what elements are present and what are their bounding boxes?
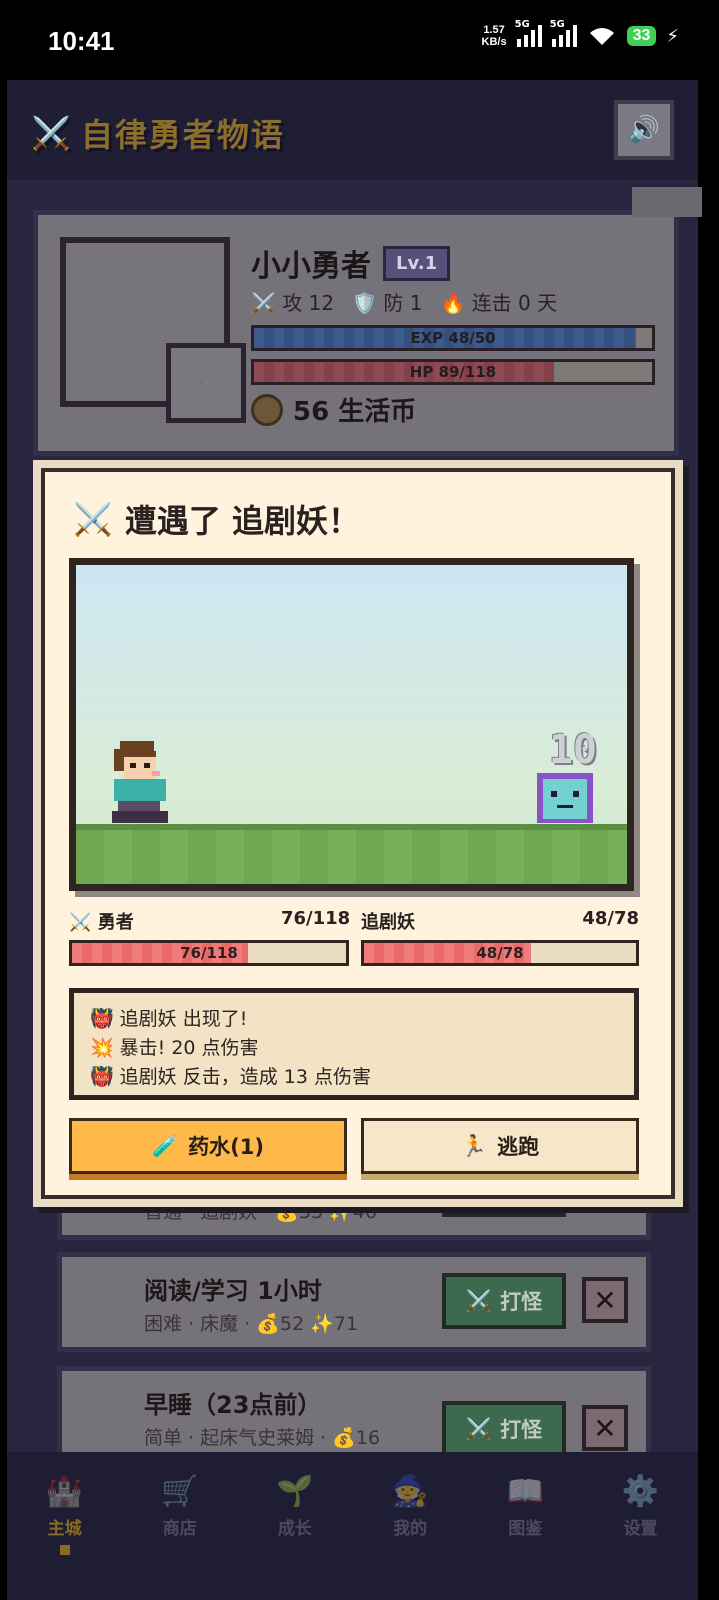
- ogre-icon: 👹: [90, 1066, 114, 1088]
- log-entry-text: 追剧妖 出现了!: [119, 1008, 248, 1030]
- log-entry: 👹 追剧妖 出现了!: [90, 1005, 618, 1034]
- running-icon: 🏃: [460, 1133, 488, 1158]
- log-entry-text: 追剧妖 反击，造成 13 点伤害: [119, 1066, 371, 1088]
- hero-name-label: 勇者: [97, 912, 134, 933]
- monster-sprite: [537, 773, 593, 823]
- hero-hp-label: ⚔️ 勇者: [69, 908, 134, 934]
- log-entry-text: 暴击! 20 点伤害: [119, 1037, 259, 1059]
- log-entry: 💥 暴击! 20 点伤害: [90, 1034, 618, 1063]
- battle-dialog: ⚔️ 遭遇了 追剧妖！ 10 ⚔️ 勇者 76/118 追剧妖 48/78 76…: [33, 460, 683, 1207]
- hero-hp-value: 76/118: [281, 908, 351, 929]
- monster-hp-bar: 48/78: [361, 940, 639, 966]
- crossed-swords-icon: ⚔️: [73, 500, 113, 538]
- hero-sprite: [112, 741, 168, 823]
- grass-ground: [76, 824, 627, 884]
- log-entry: 👹 追剧妖 反击，造成 13 点伤害: [90, 1063, 618, 1092]
- flee-label: 逃跑: [497, 1135, 540, 1159]
- monster-hp-value: 48/78: [582, 908, 639, 929]
- potion-icon: 🧪: [152, 1133, 179, 1158]
- use-potion-button[interactable]: 🧪 药水(1): [69, 1118, 347, 1174]
- use-potion-label: 药水(1): [188, 1135, 264, 1159]
- damage-number: 10: [548, 727, 597, 773]
- ogre-icon: 👹: [90, 1008, 114, 1030]
- monster-hp-bar-text: 48/78: [476, 944, 524, 962]
- battle-title-text: 遭遇了 追剧妖！: [124, 502, 360, 540]
- hero-hp-bar: 76/118: [69, 940, 349, 966]
- monster-name-label: 追剧妖: [361, 912, 415, 933]
- battle-title: ⚔️ 遭遇了 追剧妖！: [73, 496, 360, 542]
- hero-hp-bar-text: 76/118: [180, 944, 238, 962]
- collision-icon: 💥: [90, 1037, 114, 1059]
- battle-scene: 10: [69, 558, 634, 891]
- battle-log: 👹 追剧妖 出现了! 💥 暴击! 20 点伤害 👹 追剧妖 反击，造成 13 点伤害: [69, 988, 639, 1100]
- sword-icon: ⚔️: [69, 912, 92, 933]
- flee-button[interactable]: 🏃 逃跑: [361, 1118, 639, 1174]
